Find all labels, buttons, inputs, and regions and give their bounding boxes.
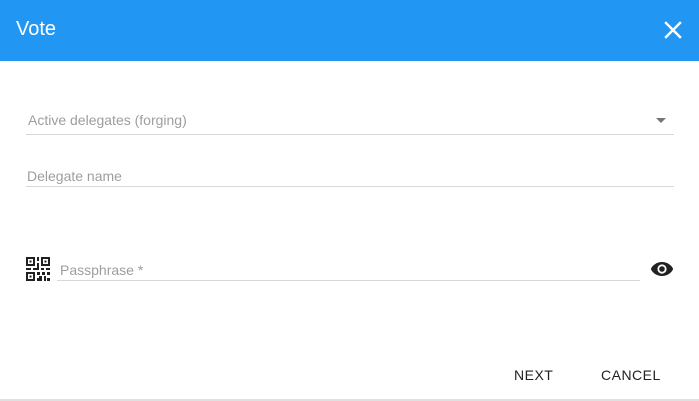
close-button[interactable] (659, 16, 687, 44)
next-button[interactable]: NEXT (514, 364, 553, 386)
dialog-title: Vote (16, 18, 57, 40)
dialog-header: Vote (0, 0, 699, 61)
delegates-select-underline (26, 134, 674, 135)
vote-dialog: Vote Active delegates (forging) Delegate… (0, 0, 699, 401)
delegate-name-underline (26, 186, 674, 187)
delegate-name-input[interactable] (27, 167, 672, 185)
close-icon (664, 21, 682, 39)
passphrase-underline (57, 280, 640, 281)
dropdown-arrow-icon (656, 118, 666, 123)
eye-icon[interactable] (650, 259, 674, 279)
delegates-select-label: Active delegates (forging) (28, 112, 187, 128)
qr-code-icon[interactable] (26, 257, 50, 281)
cancel-button[interactable]: CANCEL (601, 364, 661, 386)
passphrase-input[interactable] (60, 261, 638, 279)
